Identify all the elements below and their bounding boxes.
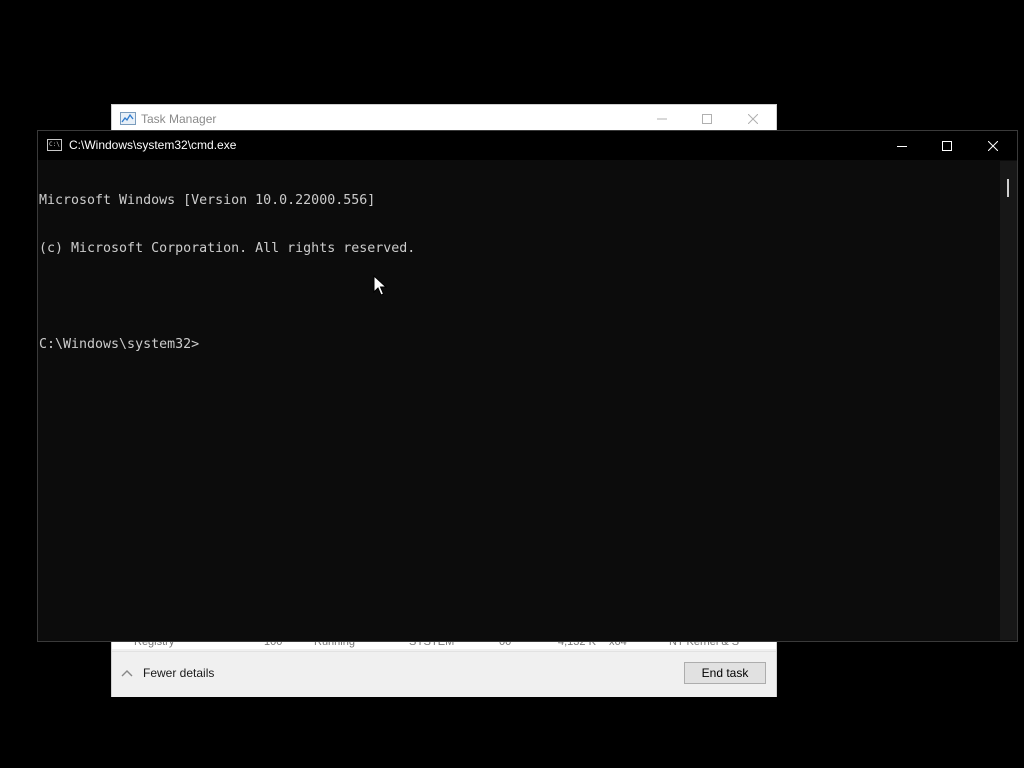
maximize-icon: [942, 140, 952, 151]
console-prompt: C:\Windows\system32>: [39, 337, 200, 352]
console-output[interactable]: Microsoft Windows [Version 10.0.22000.55…: [39, 161, 999, 639]
task-manager-titlebar[interactable]: Task Manager: [112, 105, 776, 132]
chevron-up-icon: [120, 666, 134, 680]
cmd-title: C:\Windows\system32\cmd.exe: [69, 138, 237, 152]
cmd-maximize-button[interactable]: [924, 131, 970, 160]
console-line: (c) Microsoft Corporation. All rights re…: [39, 241, 416, 256]
console-icon: C:\: [47, 139, 62, 151]
task-manager-chart-icon: [120, 112, 136, 125]
fewer-details-button[interactable]: Fewer details: [120, 666, 214, 680]
task-manager-title: Task Manager: [141, 112, 217, 126]
cmd-window: C:\ C:\Windows\system32\cmd.exe Microsof…: [38, 131, 1017, 641]
close-icon: [748, 113, 758, 124]
scrollbar-thumb[interactable]: [1007, 179, 1009, 197]
close-icon: [988, 140, 998, 151]
console-line: Microsoft Windows [Version 10.0.22000.55…: [39, 193, 376, 208]
vertical-scrollbar[interactable]: [1000, 161, 1017, 640]
end-task-button[interactable]: End task: [684, 662, 766, 684]
task-manager-footer: Fewer details End task: [112, 651, 776, 697]
maximize-icon: [702, 113, 712, 124]
mouse-cursor-icon: [373, 275, 387, 296]
fewer-details-label: Fewer details: [143, 666, 215, 680]
task-manager-minimize-button[interactable]: [639, 105, 685, 132]
minimize-icon: [897, 145, 907, 147]
task-manager-close-button[interactable]: [730, 105, 776, 132]
cmd-close-button[interactable]: [970, 131, 1016, 160]
minimize-icon: [657, 118, 667, 119]
cmd-minimize-button[interactable]: [879, 131, 925, 160]
task-manager-maximize-button[interactable]: [684, 105, 730, 132]
cmd-titlebar[interactable]: C:\ C:\Windows\system32\cmd.exe: [38, 131, 1017, 160]
